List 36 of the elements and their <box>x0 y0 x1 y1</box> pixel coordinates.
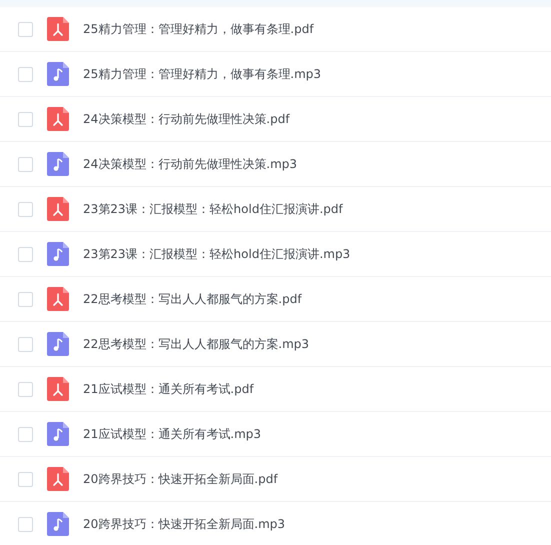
checkbox[interactable] <box>18 202 33 216</box>
file-name[interactable]: 21应试模型：通关所有考试.pdf <box>83 380 254 398</box>
file-name[interactable]: 21应试模型：通关所有考试.mp3 <box>83 426 262 442</box>
file-name[interactable]: 23第23课：汇报模型：轻松hold住汇报演讲.mp3 <box>83 246 350 262</box>
pdf-file-icon <box>47 107 69 131</box>
file-name[interactable]: 25精力管理：管理好精力，做事有条理.mp3 <box>83 66 322 82</box>
pdf-file-icon <box>47 197 69 221</box>
checkbox[interactable] <box>18 516 33 532</box>
checkbox[interactable] <box>18 66 33 82</box>
pdf-file-icon <box>47 377 69 401</box>
music-file-icon <box>47 422 69 446</box>
file-name[interactable]: 20跨界技巧：快速开拓全新局面.mp3 <box>83 516 286 532</box>
file-name[interactable]: 22思考模型：写出人人都服气的方案.pdf <box>83 290 302 308</box>
checkbox[interactable] <box>18 156 33 172</box>
music-file-icon <box>47 62 69 86</box>
file-name[interactable]: 20跨界技巧：快速开拓全新局面.pdf <box>83 470 278 488</box>
file-name[interactable]: 23第23课：汇报模型：轻松hold住汇报演讲.pdf <box>83 200 343 218</box>
checkbox[interactable] <box>18 112 33 126</box>
music-file-icon <box>47 152 69 176</box>
checkbox[interactable] <box>18 246 33 262</box>
checkbox[interactable] <box>18 426 33 442</box>
file-name[interactable]: 22思考模型：写出人人都服气的方案.mp3 <box>83 336 310 352</box>
checkbox[interactable] <box>18 22 33 36</box>
music-file-icon <box>47 332 69 356</box>
checkbox[interactable] <box>18 336 33 352</box>
pdf-file-icon <box>47 467 69 491</box>
checkbox[interactable] <box>18 292 33 306</box>
checkbox[interactable] <box>18 382 33 396</box>
music-file-icon <box>47 242 69 266</box>
file-name[interactable]: 25精力管理：管理好精力，做事有条理.pdf <box>83 20 314 38</box>
file-name[interactable]: 24决策模型：行动前先做理性决策.pdf <box>83 110 290 128</box>
music-file-icon <box>47 512 69 536</box>
checkbox[interactable] <box>18 472 33 486</box>
pdf-file-icon <box>47 17 69 41</box>
file-name[interactable]: 24决策模型：行动前先做理性决策.mp3 <box>83 156 298 172</box>
pdf-file-icon <box>47 287 69 311</box>
